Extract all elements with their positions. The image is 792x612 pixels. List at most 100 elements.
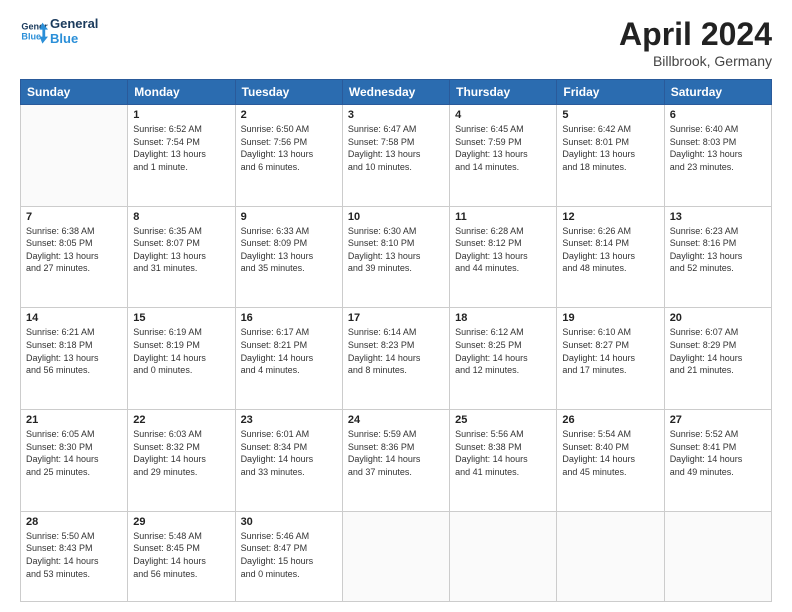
day-info: Sunrise: 6:28 AMSunset: 8:12 PMDaylight:… xyxy=(455,225,551,275)
day-number: 26 xyxy=(562,414,658,426)
day-cell: 22 Sunrise: 6:03 AMSunset: 8:32 PMDayligh… xyxy=(128,410,235,512)
day-cell xyxy=(21,105,128,207)
day-info: Sunrise: 6:17 AMSunset: 8:21 PMDaylight:… xyxy=(241,326,337,376)
day-cell: 9 Sunrise: 6:33 AMSunset: 8:09 PMDaylight… xyxy=(235,206,342,308)
day-cell xyxy=(557,511,664,601)
location: Billbrook, Germany xyxy=(619,53,772,69)
day-number: 19 xyxy=(562,312,658,324)
day-number: 10 xyxy=(348,211,444,223)
calendar-header: SundayMondayTuesdayWednesdayThursdayFrid… xyxy=(21,80,772,105)
day-info: Sunrise: 6:23 AMSunset: 8:16 PMDaylight:… xyxy=(670,225,766,275)
day-cell: 10 Sunrise: 6:30 AMSunset: 8:10 PMDayligh… xyxy=(342,206,449,308)
calendar-body: 1 Sunrise: 6:52 AMSunset: 7:54 PMDaylight… xyxy=(21,105,772,602)
day-info: Sunrise: 6:30 AMSunset: 8:10 PMDaylight:… xyxy=(348,225,444,275)
day-number: 25 xyxy=(455,414,551,426)
week-row-4: 28Sunrise: 5:50 AMSunset: 8:43 PMDayligh… xyxy=(21,511,772,601)
day-info: Sunrise: 6:12 AMSunset: 8:25 PMDaylight:… xyxy=(455,326,551,376)
day-info: Sunrise: 5:52 AMSunset: 8:41 PMDaylight:… xyxy=(670,428,766,478)
day-info: Sunrise: 6:21 AMSunset: 8:18 PMDaylight:… xyxy=(26,326,122,376)
day-number: 9 xyxy=(241,211,337,223)
day-cell: 8Sunrise: 6:35 AMSunset: 8:07 PMDaylight… xyxy=(128,206,235,308)
svg-text:Blue: Blue xyxy=(21,31,41,41)
day-cell: 21Sunrise: 6:05 AMSunset: 8:30 PMDayligh… xyxy=(21,410,128,512)
day-cell: 1 Sunrise: 6:52 AMSunset: 7:54 PMDaylight… xyxy=(128,105,235,207)
day-cell: 11 Sunrise: 6:28 AMSunset: 8:12 PMDayligh… xyxy=(450,206,557,308)
col-header-sunday: Sunday xyxy=(21,80,128,105)
day-info: Sunrise: 6:03 AMSunset: 8:32 PMDaylight:… xyxy=(133,428,229,478)
day-number: 14 xyxy=(26,312,122,324)
day-number: 30 xyxy=(241,516,337,528)
day-info: Sunrise: 6:14 AMSunset: 8:23 PMDaylight:… xyxy=(348,326,444,376)
day-cell: 16 Sunrise: 6:17 AMSunset: 8:21 PMDayligh… xyxy=(235,308,342,410)
day-cell: 3Sunrise: 6:47 AMSunset: 7:58 PMDaylight… xyxy=(342,105,449,207)
day-info: Sunrise: 5:54 AMSunset: 8:40 PMDaylight:… xyxy=(562,428,658,478)
day-info: Sunrise: 6:33 AMSunset: 8:09 PMDaylight:… xyxy=(241,225,337,275)
day-number: 27 xyxy=(670,414,766,426)
day-cell: 17Sunrise: 6:14 AMSunset: 8:23 PMDayligh… xyxy=(342,308,449,410)
day-info: Sunrise: 6:42 AMSunset: 8:01 PMDaylight:… xyxy=(562,123,658,173)
day-info: Sunrise: 6:50 AMSunset: 7:56 PMDaylight:… xyxy=(241,123,337,173)
col-header-thursday: Thursday xyxy=(450,80,557,105)
day-number: 16 xyxy=(241,312,337,324)
day-cell xyxy=(450,511,557,601)
day-number: 24 xyxy=(348,414,444,426)
day-info: Sunrise: 6:26 AMSunset: 8:14 PMDaylight:… xyxy=(562,225,658,275)
header-row: SundayMondayTuesdayWednesdayThursdayFrid… xyxy=(21,80,772,105)
day-cell xyxy=(342,511,449,601)
day-cell: 30 Sunrise: 5:46 AMSunset: 8:47 PMDayligh… xyxy=(235,511,342,601)
day-number: 13 xyxy=(670,211,766,223)
col-header-saturday: Saturday xyxy=(664,80,771,105)
day-cell: 4Sunrise: 6:45 AMSunset: 7:59 PMDaylight… xyxy=(450,105,557,207)
day-cell: 29 Sunrise: 5:48 AMSunset: 8:45 PMDayligh… xyxy=(128,511,235,601)
day-cell: 23Sunrise: 6:01 AMSunset: 8:34 PMDayligh… xyxy=(235,410,342,512)
day-info: Sunrise: 6:52 AMSunset: 7:54 PMDaylight:… xyxy=(133,123,229,173)
day-cell: 25 Sunrise: 5:56 AMSunset: 8:38 PMDayligh… xyxy=(450,410,557,512)
day-info: Sunrise: 6:07 AMSunset: 8:29 PMDaylight:… xyxy=(670,326,766,376)
day-info: Sunrise: 6:01 AMSunset: 8:34 PMDaylight:… xyxy=(241,428,337,478)
day-number: 11 xyxy=(455,211,551,223)
day-info: Sunrise: 5:59 AMSunset: 8:36 PMDaylight:… xyxy=(348,428,444,478)
week-row-0: 1 Sunrise: 6:52 AMSunset: 7:54 PMDaylight… xyxy=(21,105,772,207)
day-cell: 24 Sunrise: 5:59 AMSunset: 8:36 PMDayligh… xyxy=(342,410,449,512)
week-row-1: 7 Sunrise: 6:38 AMSunset: 8:05 PMDaylight… xyxy=(21,206,772,308)
day-info: Sunrise: 6:05 AMSunset: 8:30 PMDaylight:… xyxy=(26,428,122,478)
header: General Blue General Blue April 2024 Bil… xyxy=(20,16,772,69)
day-cell: 12 Sunrise: 6:26 AMSunset: 8:14 PMDayligh… xyxy=(557,206,664,308)
day-cell: 7 Sunrise: 6:38 AMSunset: 8:05 PMDaylight… xyxy=(21,206,128,308)
calendar-table: SundayMondayTuesdayWednesdayThursdayFrid… xyxy=(20,79,772,602)
col-header-wednesday: Wednesday xyxy=(342,80,449,105)
day-number: 12 xyxy=(562,211,658,223)
day-number: 20 xyxy=(670,312,766,324)
day-number: 18 xyxy=(455,312,551,324)
logo-blue: Blue xyxy=(50,31,98,46)
week-row-3: 21Sunrise: 6:05 AMSunset: 8:30 PMDayligh… xyxy=(21,410,772,512)
day-number: 7 xyxy=(26,211,122,223)
day-number: 1 xyxy=(133,109,229,121)
day-cell: 27 Sunrise: 5:52 AMSunset: 8:41 PMDayligh… xyxy=(664,410,771,512)
day-info: Sunrise: 6:45 AMSunset: 7:59 PMDaylight:… xyxy=(455,123,551,173)
day-info: Sunrise: 5:46 AMSunset: 8:47 PMDaylight:… xyxy=(241,530,337,580)
day-number: 2 xyxy=(241,109,337,121)
day-info: Sunrise: 5:56 AMSunset: 8:38 PMDaylight:… xyxy=(455,428,551,478)
day-cell: 20 Sunrise: 6:07 AMSunset: 8:29 PMDayligh… xyxy=(664,308,771,410)
day-number: 22 xyxy=(133,414,229,426)
day-info: Sunrise: 6:35 AMSunset: 8:07 PMDaylight:… xyxy=(133,225,229,275)
day-info: Sunrise: 6:47 AMSunset: 7:58 PMDaylight:… xyxy=(348,123,444,173)
logo-general: General xyxy=(50,16,98,31)
month-title: April 2024 xyxy=(619,16,772,53)
day-cell: 19 Sunrise: 6:10 AMSunset: 8:27 PMDayligh… xyxy=(557,308,664,410)
day-number: 6 xyxy=(670,109,766,121)
day-info: Sunrise: 5:48 AMSunset: 8:45 PMDaylight:… xyxy=(133,530,229,580)
day-cell: 26 Sunrise: 5:54 AMSunset: 8:40 PMDayligh… xyxy=(557,410,664,512)
col-header-friday: Friday xyxy=(557,80,664,105)
day-number: 29 xyxy=(133,516,229,528)
day-info: Sunrise: 6:40 AMSunset: 8:03 PMDaylight:… xyxy=(670,123,766,173)
day-cell: 15Sunrise: 6:19 AMSunset: 8:19 PMDayligh… xyxy=(128,308,235,410)
logo-icon: General Blue xyxy=(20,17,48,45)
day-number: 5 xyxy=(562,109,658,121)
day-info: Sunrise: 5:50 AMSunset: 8:43 PMDaylight:… xyxy=(26,530,122,580)
day-cell: 6 Sunrise: 6:40 AMSunset: 8:03 PMDaylight… xyxy=(664,105,771,207)
day-info: Sunrise: 6:38 AMSunset: 8:05 PMDaylight:… xyxy=(26,225,122,275)
day-info: Sunrise: 6:10 AMSunset: 8:27 PMDaylight:… xyxy=(562,326,658,376)
day-cell: 18 Sunrise: 6:12 AMSunset: 8:25 PMDayligh… xyxy=(450,308,557,410)
